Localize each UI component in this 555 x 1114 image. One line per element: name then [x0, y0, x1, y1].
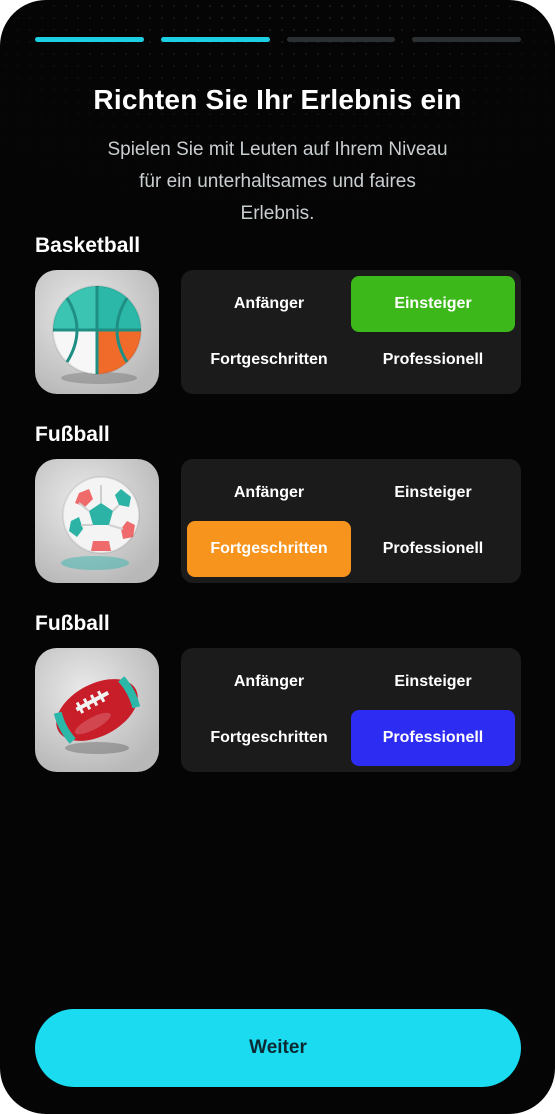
progress-step-1 [35, 37, 144, 42]
page-title: Richten Sie Ihr Erlebnis ein [93, 84, 462, 115]
basketball-icon [35, 270, 159, 394]
page-subtitle: Spielen Sie mit Leuten auf Ihrem Niveau … [90, 134, 465, 230]
level-option-anfaenger[interactable]: Anfänger [187, 276, 351, 332]
sport-label: Basketball [35, 234, 141, 257]
level-option-professionell[interactable]: Professionell [351, 521, 515, 577]
level-option-einsteiger[interactable]: Einsteiger [351, 276, 515, 332]
soccer-ball-icon [35, 459, 159, 583]
progress-step-3 [286, 37, 396, 42]
continue-button[interactable]: Weiter [35, 1009, 521, 1087]
subtitle-line: Spielen Sie mit Leuten auf Ihrem Niveau [107, 139, 448, 160]
level-option-einsteiger[interactable]: Einsteiger [351, 654, 515, 710]
subtitle-line: für ein unterhaltsames und faires [139, 171, 416, 192]
level-option-professionell[interactable]: Professionell [351, 332, 515, 388]
level-selector: Anfänger Einsteiger Fortgeschritten Prof… [181, 270, 521, 394]
level-selector: Anfänger Einsteiger Fortgeschritten Prof… [181, 459, 521, 583]
level-option-anfaenger[interactable]: Anfänger [187, 654, 351, 710]
level-option-einsteiger[interactable]: Einsteiger [351, 465, 515, 521]
american-football-icon [35, 648, 159, 772]
level-option-fortgeschritten[interactable]: Fortgeschritten [187, 521, 351, 577]
subtitle-line: Erlebnis. [240, 203, 315, 224]
sport-label: Fußball [35, 423, 110, 446]
progress-step-2 [160, 37, 270, 42]
level-option-fortgeschritten[interactable]: Fortgeschritten [187, 332, 351, 388]
sport-label: Fußball [35, 612, 110, 635]
onboarding-screen: Richten Sie Ihr Erlebnis ein Spielen Sie… [0, 0, 555, 1114]
level-option-professionell[interactable]: Professionell [351, 710, 515, 766]
level-selector: Anfänger Einsteiger Fortgeschritten Prof… [181, 648, 521, 772]
level-option-anfaenger[interactable]: Anfänger [187, 465, 351, 521]
level-option-fortgeschritten[interactable]: Fortgeschritten [187, 710, 351, 766]
step-progress [35, 37, 521, 42]
progress-step-4 [412, 37, 521, 42]
